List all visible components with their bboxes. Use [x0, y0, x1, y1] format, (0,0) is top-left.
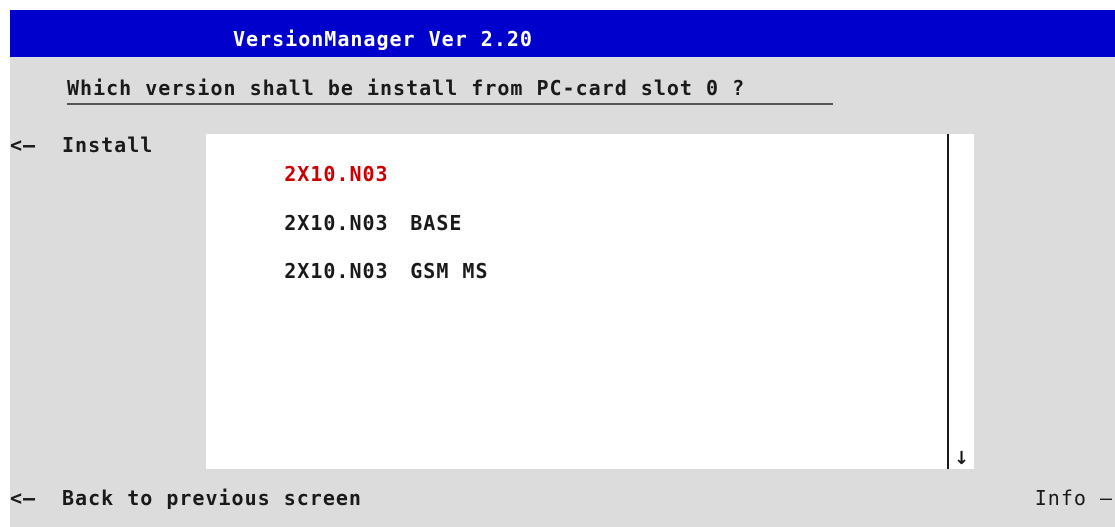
install-question: Which version shall be install from PC-c… — [67, 76, 746, 100]
left-arrow-icon: <— — [10, 486, 37, 510]
info-softkey[interactable]: Info — — [1035, 486, 1113, 510]
version-item[interactable]: 2X10.N03 GSM MS — [206, 235, 489, 307]
scroll-down-arrow-icon[interactable]: ↓ — [954, 448, 969, 469]
title-bar: VersionManager Ver 2.20 — [10, 10, 1115, 57]
version-name: 2X10.N03 — [284, 162, 389, 186]
install-softkey[interactable]: <— Install — [10, 133, 153, 157]
version-variant: BASE — [410, 211, 463, 235]
back-softkey[interactable]: <— Back to previous screen — [10, 486, 362, 510]
version-manager-screen: VersionManager Ver 2.20 Which version sh… — [10, 10, 1115, 527]
back-softkey-label: Back to previous screen — [62, 486, 362, 510]
version-list[interactable]: 2X10.N03 2X10.N03 BASE 2X10.N03 GSM MS ↓ — [206, 134, 974, 469]
scrollbar[interactable] — [947, 134, 949, 469]
version-name: 2X10.N03 — [284, 211, 389, 235]
version-variant: GSM MS — [410, 259, 489, 283]
version-name: 2X10.N03 — [284, 259, 389, 283]
right-dash-icon: — — [1099, 486, 1113, 510]
window-title: VersionManager Ver 2.20 — [233, 27, 533, 51]
left-arrow-icon: <— — [10, 133, 37, 157]
info-softkey-label: Info — [1034, 486, 1087, 510]
install-softkey-label: Install — [62, 133, 154, 157]
question-divider — [67, 103, 833, 105]
